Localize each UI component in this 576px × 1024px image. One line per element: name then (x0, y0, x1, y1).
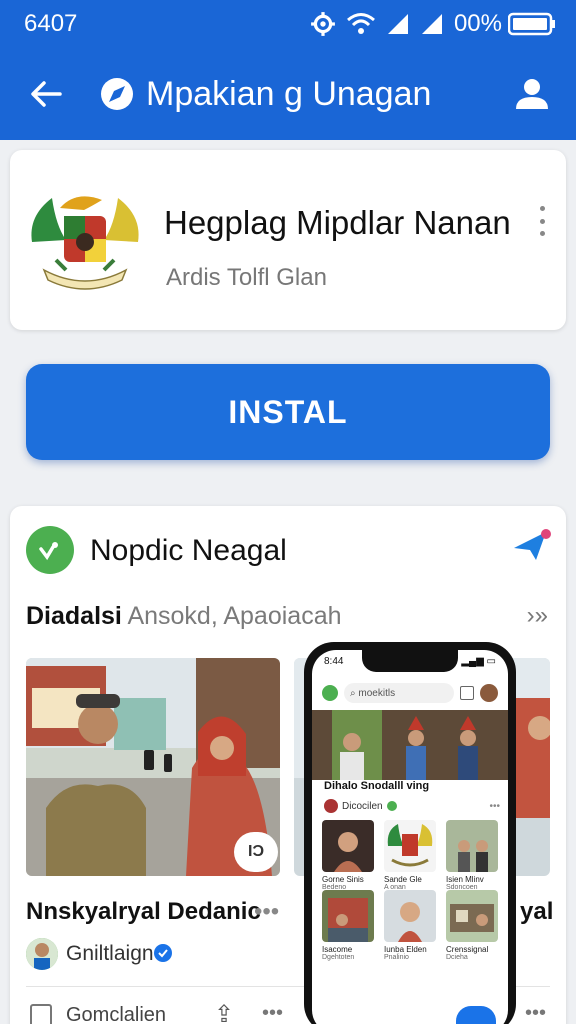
phone-verified-icon (386, 801, 397, 811)
phone-author-avatar (324, 799, 338, 813)
more-options-icon[interactable] (534, 206, 550, 236)
coat-of-arms-logo (31, 196, 139, 290)
toolbar: Mpakian g Unagan (26, 66, 552, 122)
app-developer[interactable]: Ardis Tolfl Glan (166, 264, 327, 292)
phone-grid-item: Iunba Elden Pnalinio (384, 890, 436, 962)
see-more-arrow-icon[interactable]: ›» (527, 602, 548, 630)
post-more-icon[interactable]: ••• (254, 898, 279, 926)
send-icon[interactable] (512, 526, 552, 566)
phone-grid-item: Isacome Dgehtoten (322, 890, 374, 962)
post-title[interactable]: Nnskyalryal Dedanic (26, 898, 261, 926)
phone-bookmark-icon (460, 686, 474, 700)
phone-mockup: 8:44 ▂▄▆ ▭ ⌕ moekitls Dihalo Snodalll vi… (304, 642, 516, 1024)
play-button[interactable]: IƆ (234, 832, 278, 872)
battery-percent: 00% (453, 10, 502, 37)
settings-gear-icon (311, 12, 335, 36)
signal-icon-2 (421, 14, 442, 34)
app-bar: 6407 00% Mpakian g Unagan (0, 0, 576, 140)
page-title: Mpakian g Unagan (146, 74, 432, 113)
phone-avatar (480, 684, 498, 702)
document-icon (30, 1004, 52, 1024)
phone-grid-item: Isien Mlinv Sdoncoen (446, 820, 498, 892)
profile-icon[interactable] (512, 74, 552, 114)
signal-icon (387, 14, 408, 34)
phone-section-title: Dihalo Snodalll ving (324, 780, 430, 792)
subhead-light: Ansokd, Apaoiacah (127, 602, 342, 630)
phone-grid-item: Gorne Sinis Bedeno (322, 820, 374, 892)
phone-banner-image (312, 710, 508, 780)
author-name[interactable]: Gniltlaign (66, 942, 154, 966)
post-title-2[interactable]: yal (520, 898, 553, 926)
footer-more-icon[interactable]: ••• (262, 1002, 283, 1024)
section-subheading: Diadalsi Ansokd, Apaoiacah (26, 602, 342, 631)
phone-screen: 8:44 ▂▄▆ ▭ ⌕ moekitls Dihalo Snodalll vi… (312, 650, 508, 1024)
phone-grid-item: Sande Gle A onan (384, 820, 436, 892)
phone-logo-icon (322, 685, 338, 701)
author-avatar[interactable] (26, 938, 58, 970)
phone-search-bar: ⌕ moekitls (322, 680, 498, 706)
app-name: Hegplag Mipdlar Nanan (164, 204, 511, 241)
install-button[interactable]: INSTAL (26, 364, 550, 460)
verified-badge-icon (154, 944, 172, 962)
compass-icon (101, 78, 133, 110)
status-time: 6407 (24, 10, 78, 37)
battery-icon (508, 12, 555, 36)
section-badge-icon (26, 526, 74, 574)
back-arrow-icon[interactable] (26, 74, 66, 114)
app-info-card: Hegplag Mipdlar Nanan Ardis Tolfl Glan (10, 150, 566, 330)
phone-time: 8:44 (324, 656, 344, 667)
subhead-bold: Diadalsi (26, 602, 122, 630)
status-bar: 6407 00% (24, 8, 556, 40)
footer-label[interactable]: Gomclalien (66, 1004, 166, 1024)
phone-search-input: ⌕ moekitls (344, 683, 454, 703)
phone-fab-button (456, 1006, 496, 1024)
phone-author-row: Dicocilen ••• (324, 798, 500, 814)
section-title: Nopdic Neagal (90, 534, 287, 567)
wifi-icon (346, 13, 375, 34)
share-icon[interactable]: ⇪ (214, 1000, 234, 1024)
footer-more-icon-2[interactable]: ••• (525, 1002, 546, 1024)
phone-notch (362, 650, 458, 672)
phone-status-icons: ▂▄▆ ▭ (461, 656, 496, 667)
phone-grid-item: Crenssignal Dcieha (446, 890, 498, 962)
